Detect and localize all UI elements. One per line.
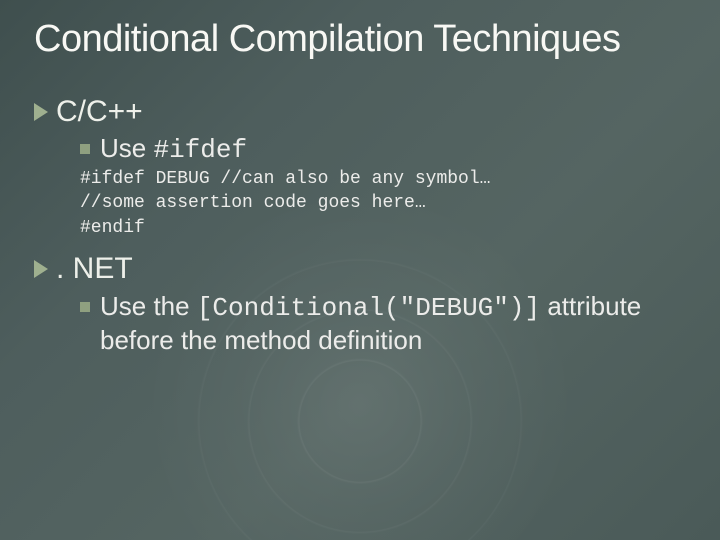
subpoint-suffix: attribute xyxy=(540,291,641,321)
subpoint-prefix: Use the xyxy=(100,291,197,321)
bullet-level1: C/C++ xyxy=(34,95,686,129)
section-heading: C/C++ xyxy=(56,95,143,129)
code-block: #ifdef DEBUG //can also be any symbol… /… xyxy=(80,167,686,240)
subpoint-prefix: Use xyxy=(100,133,153,163)
section-heading: . NET xyxy=(56,252,133,286)
bullet-level1: . NET xyxy=(34,252,686,286)
subpoint-code: #ifdef xyxy=(153,135,247,165)
code-line: #endif xyxy=(80,218,145,238)
code-line: //some assertion code goes here… xyxy=(80,193,426,213)
square-icon xyxy=(80,144,90,154)
section-dotnet: . NET Use the [Conditional("DEBUG")] att… xyxy=(34,252,686,357)
slide: Conditional Compilation Techniques C/C++… xyxy=(0,0,720,540)
square-icon xyxy=(80,302,90,312)
bullet-level2: Use #ifdef xyxy=(80,133,686,165)
subpoint-suffix-line2: before the method definition xyxy=(100,325,422,355)
subpoint: Use the [Conditional("DEBUG")] attribute… xyxy=(100,290,641,357)
code-line: #ifdef DEBUG //can also be any symbol… xyxy=(80,169,490,189)
slide-title: Conditional Compilation Techniques xyxy=(34,18,686,61)
subpoint-code: [Conditional("DEBUG")] xyxy=(197,293,540,323)
triangle-icon xyxy=(34,260,48,278)
section-cpp: C/C++ Use #ifdef #ifdef DEBUG //can also… xyxy=(34,95,686,240)
subpoint: Use #ifdef xyxy=(100,133,247,165)
bullet-level2: Use the [Conditional("DEBUG")] attribute… xyxy=(80,290,686,357)
triangle-icon xyxy=(34,103,48,121)
